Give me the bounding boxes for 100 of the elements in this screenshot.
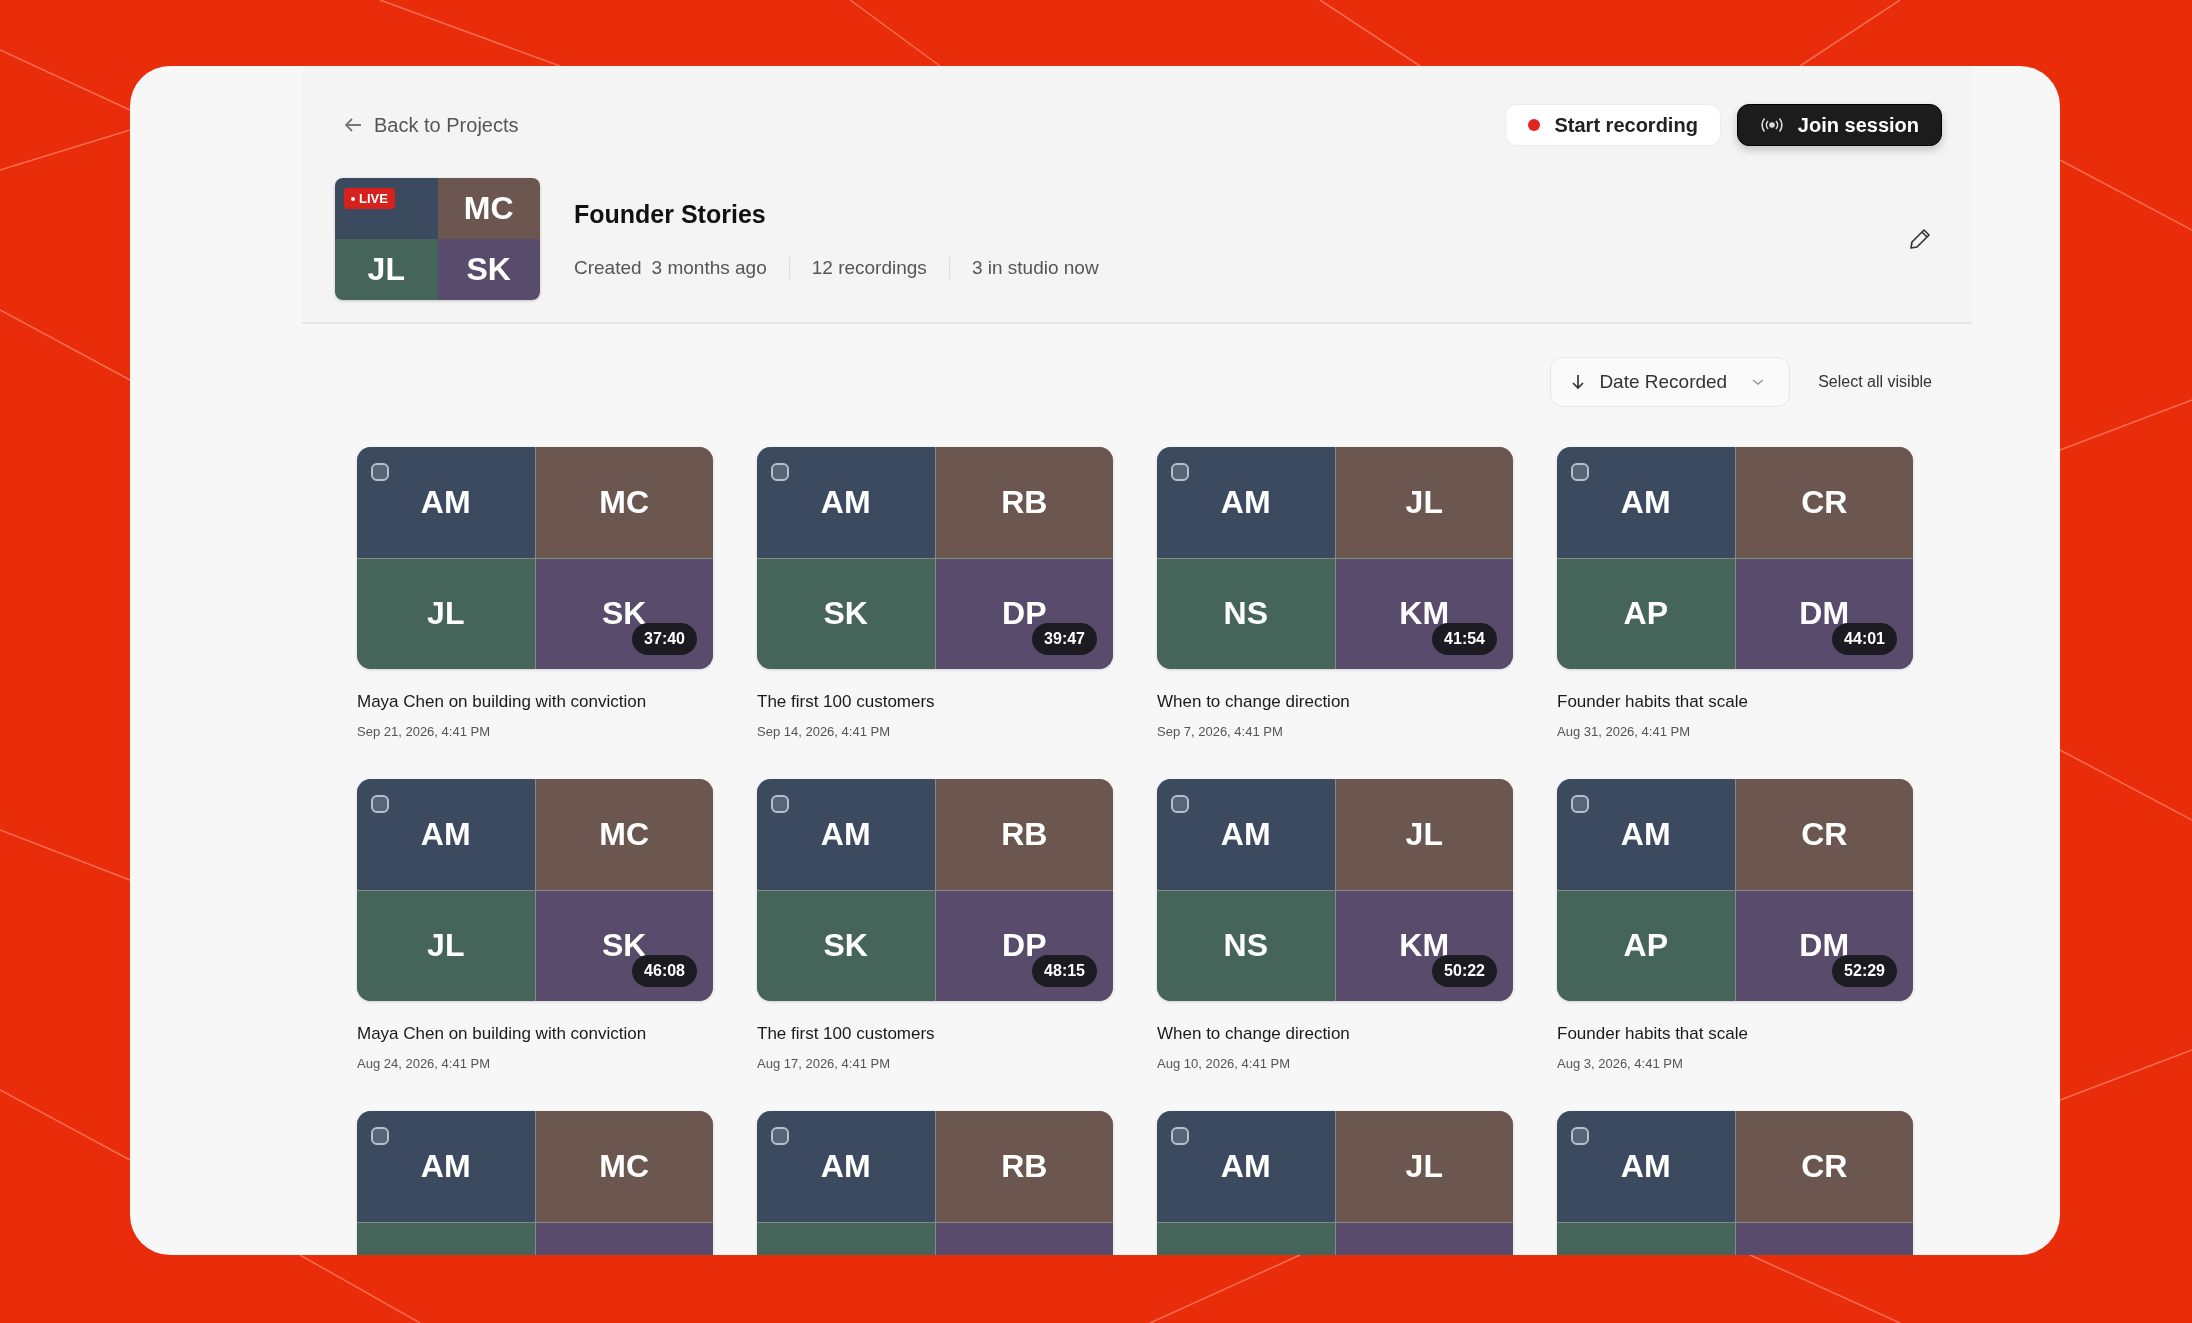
chevron-down-icon (1751, 377, 1766, 387)
participant-initials: AP (1557, 890, 1735, 1001)
recording-date: Aug 10, 2026, 4:41 PM (1157, 1056, 1291, 1071)
recording-date: Aug 31, 2026, 4:41 PM (1557, 724, 1691, 739)
participant-initials: AM (1157, 779, 1335, 890)
back-arrow-icon (344, 117, 362, 133)
participant-initials: MC (535, 779, 713, 890)
recording-date: Sep 21, 2026, 4:41 PM (357, 724, 491, 739)
recording-thumbnail[interactable]: AM CR AP DM 44:01 (1557, 447, 1913, 669)
recording-title: When to change direction (1157, 1024, 1351, 1044)
select-checkbox[interactable] (1571, 795, 1589, 813)
participant-initials: AM (1157, 1111, 1335, 1222)
select-checkbox[interactable] (371, 795, 389, 813)
duration-badge: 48:15 (1032, 955, 1097, 987)
participant-initials: SK (757, 558, 935, 669)
participant-initials: AM (1557, 1111, 1735, 1222)
duration-badge: 41:54 (1432, 623, 1497, 655)
recording-title: The first 100 customers (757, 1024, 936, 1044)
participant-initials: JL (1335, 779, 1513, 890)
recording-title: Maya Chen on building with conviction (357, 692, 648, 712)
participant-initials: NS (1157, 890, 1335, 1001)
participant-initials: JL (335, 239, 438, 300)
participant-initials: RB (935, 1111, 1113, 1222)
recording-thumbnail[interactable]: AM RB SK DP 39:47 (757, 447, 1113, 669)
participant-initials: RB (935, 447, 1113, 558)
recording-date: Aug 3, 2026, 4:41 PM (1557, 1056, 1684, 1071)
participant-initials: CR (1735, 1111, 1913, 1222)
recording-thumbnail[interactable]: AM CR AP DM 52:29 (1557, 779, 1913, 1001)
recording-title: Maya Chen on building with conviction (357, 1024, 648, 1044)
participant-initials: AM (357, 1111, 535, 1222)
recording-thumbnail[interactable]: AM JL (1157, 1111, 1513, 1255)
meta-value: 3 months ago (651, 256, 767, 279)
recording-date: Sep 7, 2026, 4:41 PM (1157, 724, 1284, 739)
select-checkbox[interactable] (1171, 795, 1189, 813)
recording-title: The first 100 customers (757, 692, 936, 712)
participant-initials: AP (1557, 558, 1735, 669)
participant-initials: RB (935, 779, 1113, 890)
recording-thumbnail[interactable]: AM RB (757, 1111, 1113, 1255)
broadcast-icon (1759, 117, 1784, 133)
duration-badge: 46:08 (632, 955, 697, 987)
meta-value: 12 recordings (811, 256, 927, 279)
participant-initials: AM (757, 779, 935, 890)
participant-initials: AM (1157, 447, 1335, 558)
recording-thumbnail[interactable]: AM RB SK DP 48:15 (757, 779, 1113, 1001)
join-session-button[interactable]: Join session (1736, 104, 1942, 146)
duration-badge: 52:29 (1832, 955, 1897, 987)
participant-initials: SK (437, 239, 540, 300)
participant-initials: AM (1557, 447, 1735, 558)
participant-initials: AM (1557, 779, 1735, 890)
participant-initials: JL (1335, 1111, 1513, 1222)
participant-initials: MC (535, 1111, 713, 1222)
select-checkbox[interactable] (371, 1127, 389, 1145)
recording-thumbnail[interactable]: AM JL NS KM 41:54 (1157, 447, 1513, 669)
select-checkbox[interactable] (1171, 1127, 1189, 1145)
participant-initials: SK (757, 890, 935, 1001)
participant-initials: JL (357, 890, 535, 1001)
recording-title: When to change direction (1157, 692, 1351, 712)
participant-initials: MC (535, 447, 713, 558)
select-checkbox[interactable] (1571, 463, 1589, 481)
recording-thumbnail[interactable]: AM CR (1557, 1111, 1913, 1255)
participant-initials: JL (1335, 447, 1513, 558)
recording-date: Sep 14, 2026, 4:41 PM (757, 724, 891, 739)
select-checkbox[interactable] (1571, 1127, 1589, 1145)
duration-badge: 37:40 (632, 623, 697, 655)
select-checkbox[interactable] (1171, 463, 1189, 481)
duration-badge: 39:47 (1032, 623, 1097, 655)
sort-arrow-icon (1571, 374, 1586, 390)
duration-badge: 44:01 (1832, 623, 1897, 655)
record-dot-icon (1528, 119, 1541, 131)
participant-initials: AM (357, 447, 535, 558)
participant-initials: NS (1157, 558, 1335, 669)
recording-title: Founder habits that scale (1557, 1024, 1749, 1044)
recording-date: Aug 17, 2026, 4:41 PM (757, 1056, 891, 1071)
select-checkbox[interactable] (771, 463, 789, 481)
participant-initials: AM (357, 779, 535, 890)
duration-badge: 50:22 (1432, 955, 1497, 987)
project-title: Founder Stories (574, 199, 767, 229)
sort-dropdown[interactable]: Date Recorded (1550, 357, 1791, 407)
recording-thumbnail[interactable]: AM MC JL SK 37:40 (357, 447, 713, 669)
participant-initials: CR (1735, 779, 1913, 890)
recording-thumbnail[interactable]: AM MC JL SK 46:08 (357, 779, 713, 1001)
recording-thumbnail[interactable]: AM JL NS KM 50:22 (1157, 779, 1513, 1001)
participant-initials: MC (437, 178, 540, 239)
participant-initials: JL (357, 558, 535, 669)
recording-thumbnail[interactable]: AM MC (357, 1111, 713, 1255)
participant-initials: CR (1735, 447, 1913, 558)
select-checkbox[interactable] (771, 1127, 789, 1145)
select-checkbox[interactable] (771, 795, 789, 813)
back-link[interactable]: Back to Projects (344, 113, 519, 137)
participant-initials: AM (757, 1111, 935, 1222)
select-checkbox[interactable] (371, 463, 389, 481)
edit-icon[interactable] (1908, 227, 1932, 251)
meta-value: 3 in studio now (971, 256, 1099, 279)
select-all-link[interactable]: Select all visible (1818, 373, 1932, 391)
meta-label: Created (574, 256, 642, 279)
recording-date: Aug 24, 2026, 4:41 PM (357, 1056, 491, 1071)
recording-title: Founder habits that scale (1557, 692, 1749, 712)
start-recording-button[interactable]: Start recording (1505, 104, 1721, 146)
participant-initials: AM (757, 447, 935, 558)
live-badge: LIVE (344, 188, 395, 209)
